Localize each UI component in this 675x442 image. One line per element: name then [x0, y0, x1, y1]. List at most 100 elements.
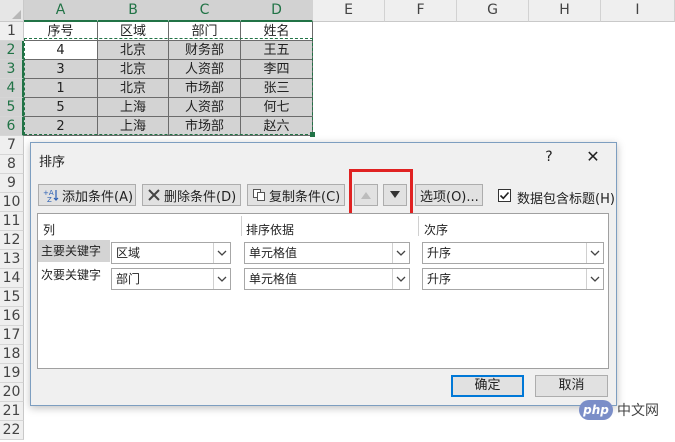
- has-header-checkbox[interactable]: [498, 189, 511, 202]
- fill-handle[interactable]: [310, 132, 315, 137]
- column-header-c[interactable]: C: [169, 0, 241, 22]
- header-cell-seq[interactable]: 序号: [24, 22, 98, 41]
- row-header[interactable]: 8: [0, 155, 24, 174]
- table-cell[interactable]: 4: [24, 41, 98, 60]
- row-header[interactable]: 18: [0, 345, 24, 364]
- secondary-sort-on-select[interactable]: 单元格值: [244, 268, 410, 290]
- select-all-corner[interactable]: [0, 0, 24, 22]
- primary-key-label[interactable]: 主要关键字: [38, 240, 110, 262]
- help-button[interactable]: ?: [542, 149, 556, 167]
- grid-header-divider: [241, 216, 242, 236]
- table-cell[interactable]: 王五: [241, 41, 313, 60]
- chevron-down-icon: [586, 269, 603, 289]
- column-header-b[interactable]: B: [98, 0, 169, 22]
- row-header[interactable]: 22: [0, 421, 24, 440]
- row-header[interactable]: 5: [0, 98, 24, 117]
- header-cell-name[interactable]: 姓名: [241, 22, 313, 41]
- column-header-i[interactable]: I: [601, 0, 675, 22]
- row-header[interactable]: 11: [0, 212, 24, 231]
- table-cell[interactable]: 李四: [241, 60, 313, 79]
- row-header[interactable]: 15: [0, 288, 24, 307]
- triangle-down-icon: [387, 187, 403, 203]
- watermark-text: 中文网: [617, 403, 659, 419]
- grid-header-divider: [418, 216, 419, 236]
- column-header-d[interactable]: D: [241, 0, 313, 22]
- secondary-order-value: 升序: [427, 272, 452, 286]
- column-header-e[interactable]: E: [313, 0, 385, 22]
- primary-sort-on-select[interactable]: 单元格值: [244, 242, 410, 264]
- column-header-g[interactable]: G: [457, 0, 529, 22]
- row-header[interactable]: 9: [0, 174, 24, 193]
- table-cell[interactable]: 人资部: [169, 60, 241, 79]
- row-header[interactable]: 13: [0, 250, 24, 269]
- chevron-down-icon: [213, 243, 230, 263]
- add-condition-button[interactable]: +A Z 添加条件(A): [38, 184, 136, 206]
- checkmark-icon: [499, 191, 510, 200]
- table-cell[interactable]: 张三: [241, 79, 313, 98]
- secondary-order-select[interactable]: 升序: [422, 268, 604, 290]
- ok-button[interactable]: 确定: [451, 375, 524, 397]
- table-cell[interactable]: 上海: [98, 117, 169, 136]
- row-header[interactable]: 16: [0, 307, 24, 326]
- grid-header-sort-on: 排序依据: [246, 223, 295, 237]
- secondary-column-value: 部门: [116, 272, 141, 286]
- table-cell[interactable]: 财务部: [169, 41, 241, 60]
- delete-condition-label: 删除条件(D): [164, 189, 237, 205]
- has-header-label[interactable]: 数据包含标题(H): [517, 188, 615, 207]
- header-cell-dept[interactable]: 部门: [169, 22, 241, 41]
- svg-text:Z: Z: [47, 196, 52, 203]
- copy-icon: [252, 187, 266, 203]
- row-header[interactable]: 4: [0, 79, 24, 98]
- move-down-button[interactable]: [383, 184, 407, 206]
- table-cell[interactable]: 3: [24, 60, 98, 79]
- row-header[interactable]: 21: [0, 402, 24, 421]
- row-header[interactable]: 7: [0, 136, 24, 155]
- options-button[interactable]: 选项(O)...: [415, 184, 483, 206]
- row-header[interactable]: 2: [0, 41, 24, 60]
- cancel-button[interactable]: 取消: [535, 375, 608, 397]
- row-header[interactable]: 3: [0, 60, 24, 79]
- row-header[interactable]: 17: [0, 326, 24, 345]
- table-cell[interactable]: 5: [24, 98, 98, 117]
- dialog-title: 排序: [39, 155, 66, 170]
- chevron-down-icon: [392, 269, 409, 289]
- primary-column-select[interactable]: 区域: [111, 242, 231, 264]
- column-header-f[interactable]: F: [385, 0, 457, 22]
- table-cell[interactable]: 北京: [98, 60, 169, 79]
- primary-order-value: 升序: [427, 246, 452, 260]
- move-up-button[interactable]: [354, 184, 378, 206]
- add-condition-label: 添加条件(A): [62, 189, 134, 205]
- column-header-h[interactable]: H: [529, 0, 601, 22]
- table-cell[interactable]: 北京: [98, 79, 169, 98]
- grid-header-order: 次序: [424, 223, 449, 237]
- delete-condition-button[interactable]: 删除条件(D): [142, 184, 241, 206]
- row-header[interactable]: 19: [0, 364, 24, 383]
- copy-condition-button[interactable]: 复制条件(C): [247, 184, 345, 206]
- close-button[interactable]: ✕: [584, 148, 602, 166]
- row-header[interactable]: 10: [0, 193, 24, 212]
- copy-condition-label: 复制条件(C): [269, 189, 341, 205]
- table-cell[interactable]: 2: [24, 117, 98, 136]
- table-cell[interactable]: 何七: [241, 98, 313, 117]
- row-header[interactable]: 1: [0, 22, 24, 41]
- table-cell[interactable]: 市场部: [169, 79, 241, 98]
- add-level-icon: +A Z: [43, 187, 59, 203]
- options-label: 选项(O)...: [420, 189, 479, 205]
- table-cell[interactable]: 赵六: [241, 117, 313, 136]
- table-cell[interactable]: 市场部: [169, 117, 241, 136]
- primary-order-select[interactable]: 升序: [422, 242, 604, 264]
- table-cell[interactable]: 上海: [98, 98, 169, 117]
- sort-levels-grid: 列 排序依据 次序 主要关键字 区域 单元格值 升序 次要关键字 部门 单元格值: [37, 213, 609, 369]
- table-cell[interactable]: 1: [24, 79, 98, 98]
- php-logo: php: [579, 400, 613, 420]
- row-header[interactable]: 20: [0, 383, 24, 402]
- table-cell[interactable]: 北京: [98, 41, 169, 60]
- table-cell[interactable]: 人资部: [169, 98, 241, 117]
- secondary-column-select[interactable]: 部门: [111, 268, 231, 290]
- row-header[interactable]: 6: [0, 117, 24, 136]
- header-cell-region[interactable]: 区域: [98, 22, 169, 41]
- row-header[interactable]: 14: [0, 269, 24, 288]
- secondary-key-label[interactable]: 次要关键字: [38, 264, 110, 286]
- column-header-a[interactable]: A: [24, 0, 98, 22]
- row-header[interactable]: 12: [0, 231, 24, 250]
